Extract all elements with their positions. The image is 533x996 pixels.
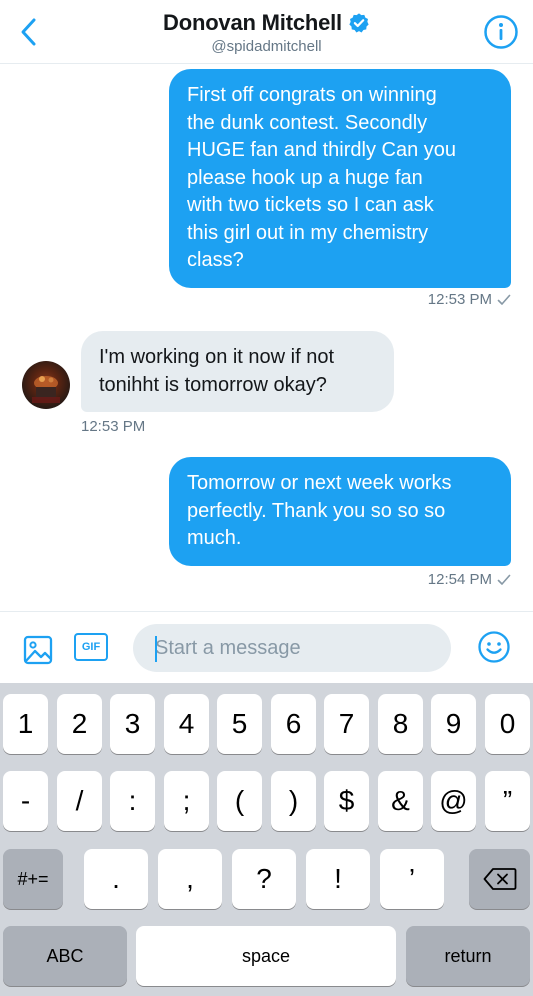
contact-name: Donovan Mitchell — [163, 10, 342, 35]
message-bubble-incoming[interactable]: I'm working on it now if not tonihht is … — [81, 331, 394, 412]
key-6[interactable]: 6 — [271, 694, 316, 754]
message-timestamp: 12:53 PM — [81, 418, 146, 435]
key-abc[interactable]: ABC — [3, 926, 127, 986]
message-meta: 12:53 PM — [81, 418, 145, 435]
text-caret — [155, 636, 157, 662]
image-icon — [23, 635, 53, 665]
message-text: I'm working on it now if not tonihht is … — [99, 346, 335, 396]
info-icon — [484, 15, 518, 49]
key-dollar[interactable]: $ — [324, 771, 369, 831]
message-composer: GIF — [0, 611, 533, 683]
verified-badge-icon — [349, 13, 369, 33]
sent-check-icon — [497, 294, 511, 305]
key-slash[interactable]: / — [57, 771, 102, 831]
key-hyphen[interactable]: - — [3, 771, 48, 831]
keyboard: 1 2 3 4 5 6 7 8 9 0 - / : ; ( ) $ & @ ” … — [0, 683, 533, 996]
backspace-icon — [483, 868, 516, 890]
key-question[interactable]: ? — [232, 849, 296, 909]
key-at[interactable]: @ — [431, 771, 476, 831]
key-comma[interactable]: , — [158, 849, 222, 909]
info-button[interactable] — [483, 14, 519, 50]
message-text: Tomorrow or next week works perfectly. T… — [187, 472, 452, 549]
avatar[interactable] — [22, 361, 70, 409]
key-quote[interactable]: ” — [485, 771, 530, 831]
conversation-header: Donovan Mitchell @spidadmitchell — [0, 0, 533, 64]
message-input[interactable] — [133, 624, 451, 672]
key-exclamation[interactable]: ! — [306, 849, 370, 909]
dm-conversation-screen: Donovan Mitchell @spidadmitchell First o… — [0, 0, 533, 996]
key-close-paren[interactable]: ) — [271, 771, 316, 831]
message-timestamp: 12:53 PM — [427, 291, 492, 308]
key-ampersand[interactable]: & — [378, 771, 423, 831]
contact-handle: @spidadmitchell — [211, 38, 322, 55]
key-colon[interactable]: : — [110, 771, 155, 831]
gif-button[interactable]: GIF — [74, 633, 108, 661]
key-4[interactable]: 4 — [164, 694, 209, 754]
message-meta: 12:54 PM — [428, 571, 511, 588]
key-apostrophe[interactable]: ’ — [380, 849, 444, 909]
key-7[interactable]: 7 — [324, 694, 369, 754]
key-9[interactable]: 9 — [431, 694, 476, 754]
add-media-button[interactable] — [22, 634, 54, 666]
message-text: First off congrats on winning the dunk c… — [187, 84, 457, 271]
message-timestamp: 12:54 PM — [427, 571, 492, 588]
key-symbols[interactable]: #+= — [3, 849, 63, 909]
avatar-image — [32, 376, 60, 403]
key-3[interactable]: 3 — [110, 694, 155, 754]
emoji-button[interactable] — [477, 630, 511, 664]
key-1[interactable]: 1 — [3, 694, 48, 754]
key-2[interactable]: 2 — [57, 694, 102, 754]
message-bubble-outgoing[interactable]: Tomorrow or next week works perfectly. T… — [169, 457, 511, 566]
key-space[interactable]: space — [136, 926, 396, 986]
key-semicolon[interactable]: ; — [164, 771, 209, 831]
key-open-paren[interactable]: ( — [217, 771, 262, 831]
key-return[interactable]: return — [406, 926, 530, 986]
message-meta: 12:53 PM — [428, 291, 511, 308]
key-0[interactable]: 0 — [485, 694, 530, 754]
smiley-icon — [478, 631, 510, 663]
message-bubble-outgoing[interactable]: First off congrats on winning the dunk c… — [169, 69, 511, 288]
key-backspace[interactable] — [469, 849, 530, 909]
key-8[interactable]: 8 — [378, 694, 423, 754]
conversation-title: Donovan Mitchell @spidadmitchell — [0, 10, 533, 55]
sent-check-icon — [497, 574, 511, 585]
key-5[interactable]: 5 — [217, 694, 262, 754]
key-period[interactable]: . — [84, 849, 148, 909]
